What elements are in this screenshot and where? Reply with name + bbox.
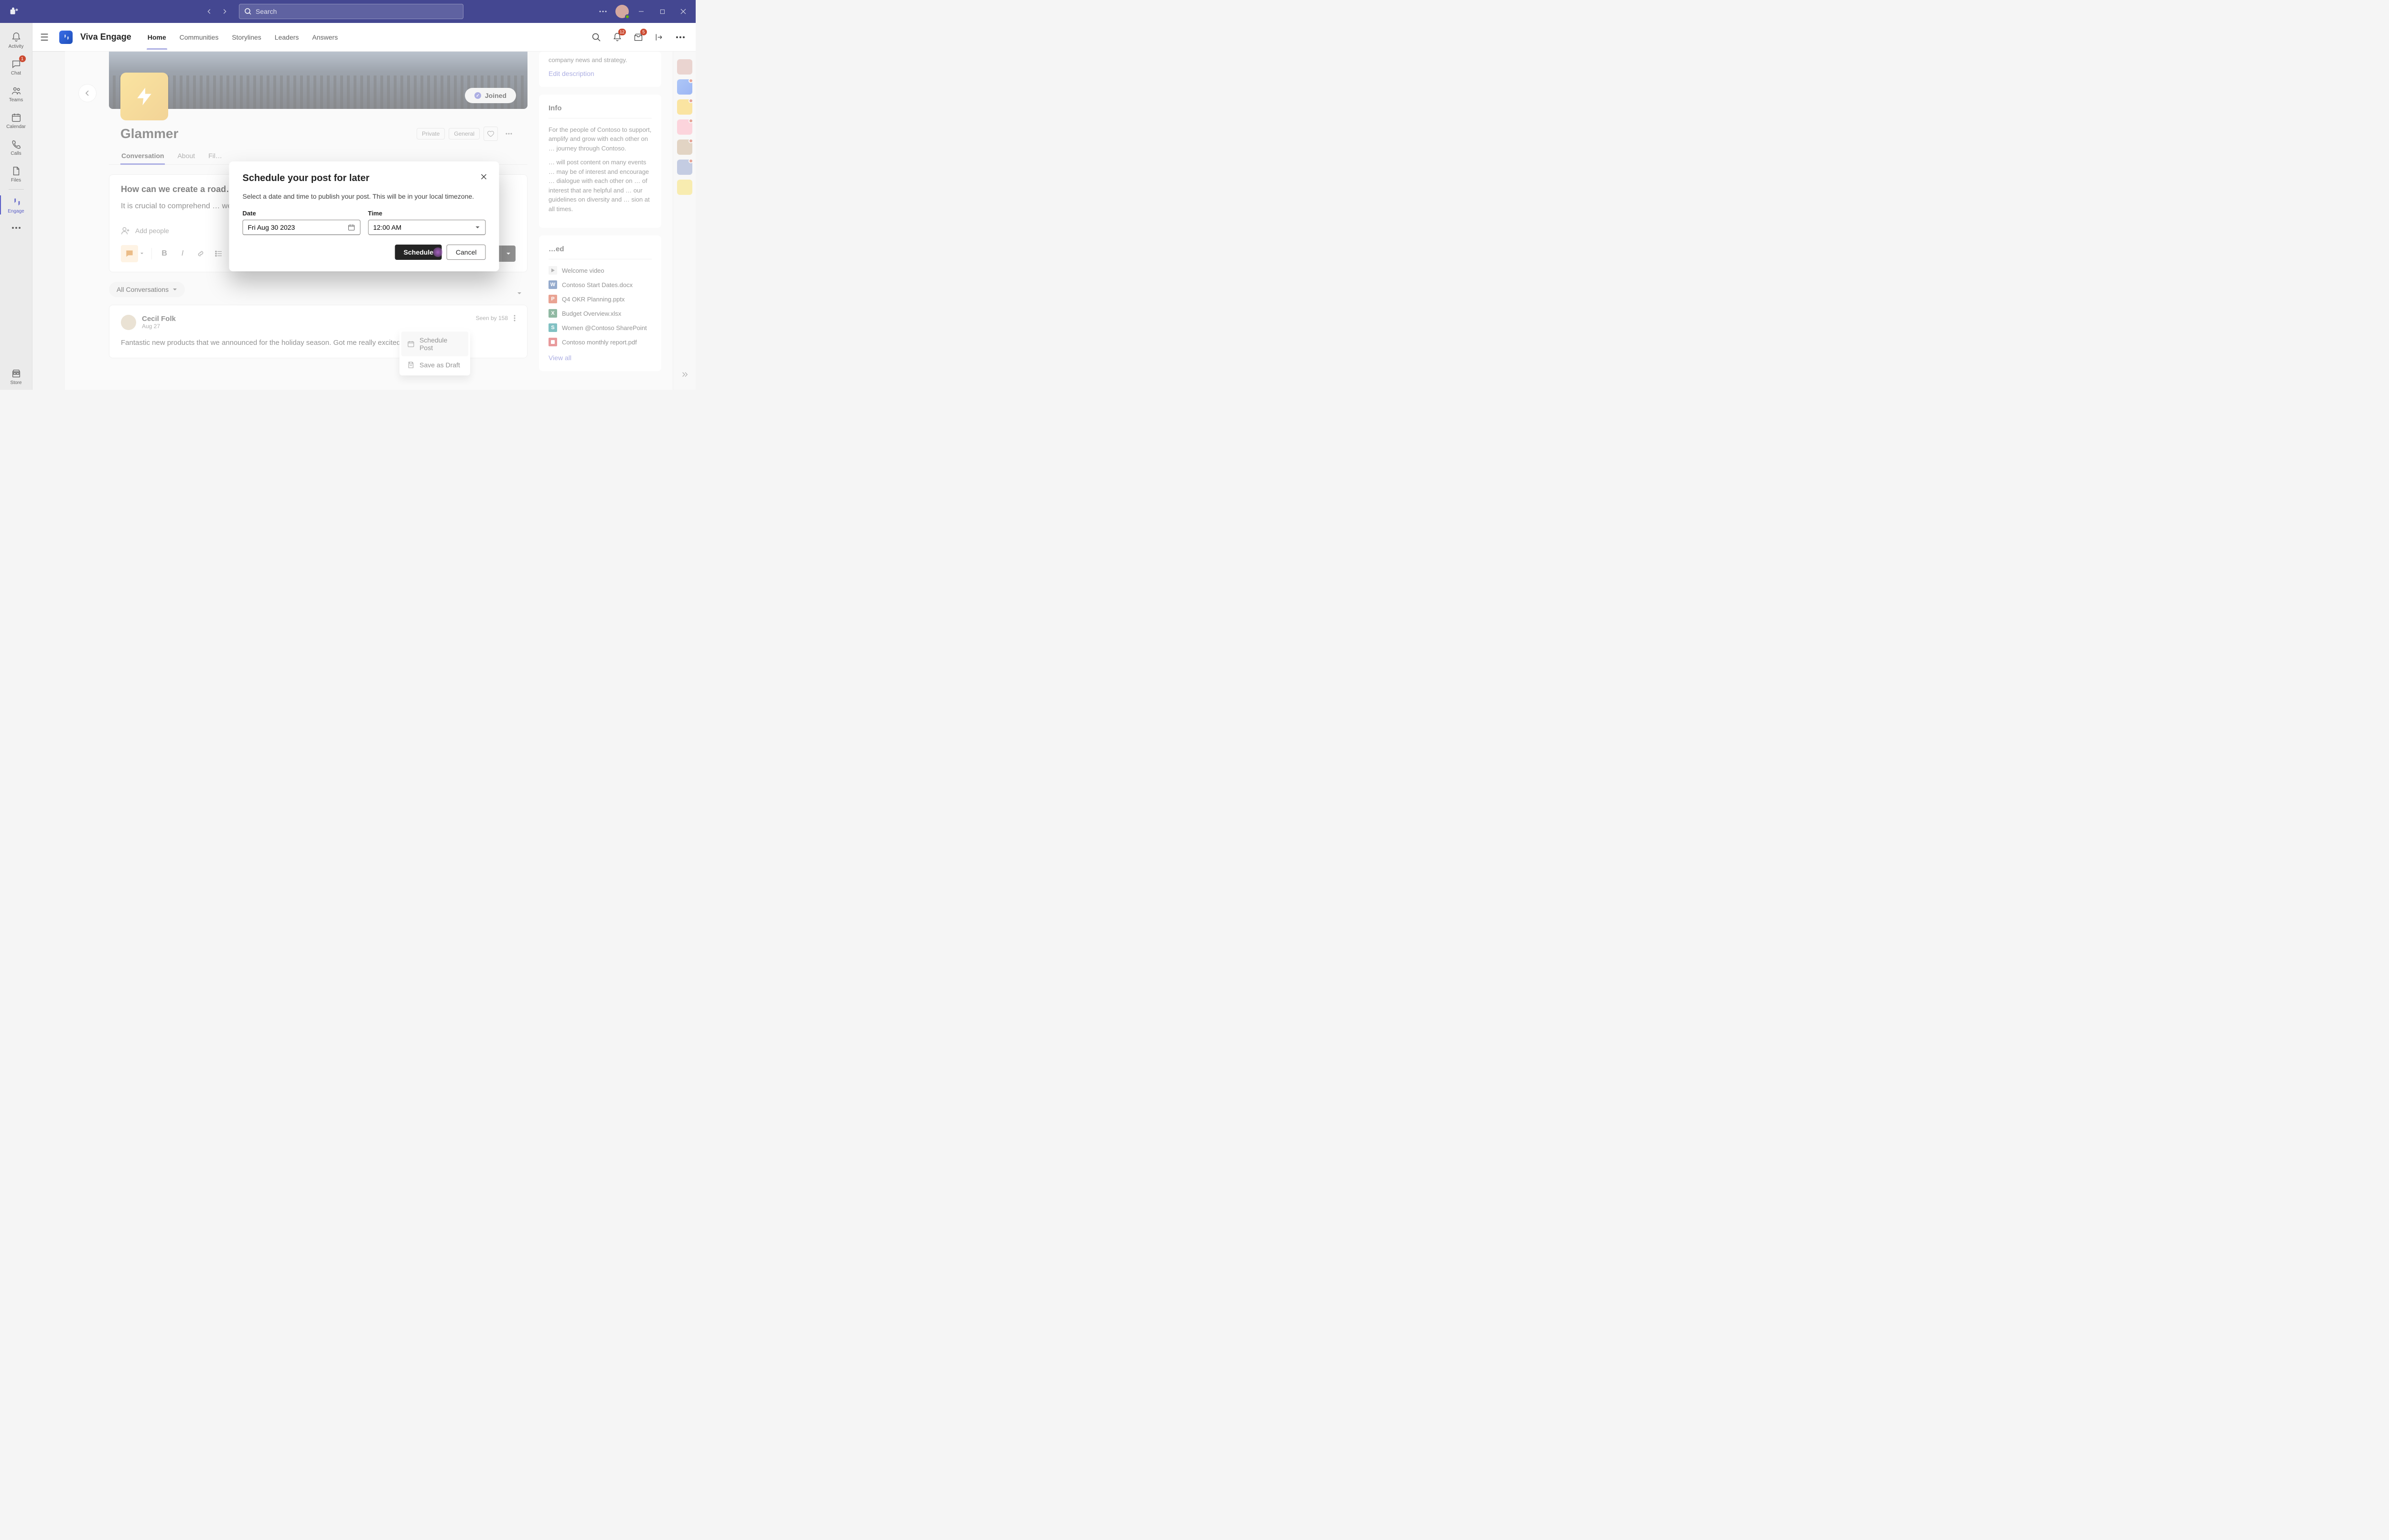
bell-icon bbox=[11, 32, 22, 43]
date-label: Date bbox=[243, 210, 361, 217]
search-box[interactable] bbox=[239, 4, 463, 19]
header-notifications-button[interactable]: 12 bbox=[610, 30, 625, 45]
time-value: 12:00 AM bbox=[373, 224, 401, 231]
schedule-button[interactable]: Schedule bbox=[395, 245, 442, 260]
titlebar bbox=[0, 0, 696, 23]
nav-back-button[interactable] bbox=[203, 5, 216, 18]
rail-label: Calls bbox=[11, 151, 21, 156]
app-title: Viva Engage bbox=[80, 32, 131, 42]
modal-title: Schedule your post for later bbox=[243, 173, 486, 184]
search-icon bbox=[244, 8, 252, 15]
rail-label: Activity bbox=[9, 44, 24, 49]
window-maximize-button[interactable] bbox=[654, 5, 671, 18]
schedule-button-label: Schedule bbox=[404, 248, 433, 256]
engage-logo-icon bbox=[59, 31, 73, 44]
chat-icon bbox=[11, 58, 22, 70]
search-input[interactable] bbox=[256, 8, 458, 15]
rail-engage[interactable]: Engage bbox=[0, 192, 32, 218]
rail-label: Chat bbox=[11, 71, 21, 76]
header-share-button[interactable] bbox=[652, 30, 667, 45]
rail-calendar[interactable]: Calendar bbox=[0, 107, 32, 134]
rail-divider bbox=[9, 189, 24, 190]
cancel-button[interactable]: Cancel bbox=[447, 245, 486, 260]
header-search-button[interactable] bbox=[589, 30, 604, 45]
close-icon bbox=[481, 173, 487, 180]
more-options-button[interactable] bbox=[594, 5, 612, 18]
rail-chat[interactable]: 1 Chat bbox=[0, 53, 32, 80]
app-rail: Activity 1 Chat Teams Calendar Calls bbox=[0, 23, 32, 390]
notif-badge: 12 bbox=[618, 29, 626, 35]
rail-teams[interactable]: Teams bbox=[0, 80, 32, 107]
date-input[interactable]: Fri Aug 30 2023 bbox=[243, 220, 361, 235]
rail-activity[interactable]: Activity bbox=[0, 27, 32, 53]
rail-calls[interactable]: Calls bbox=[0, 134, 32, 160]
modal-close-button[interactable] bbox=[478, 171, 490, 182]
header-inbox-button[interactable]: 5 bbox=[631, 30, 646, 45]
rail-files[interactable]: Files bbox=[0, 160, 32, 187]
engage-icon bbox=[11, 196, 22, 208]
files-icon bbox=[11, 165, 22, 177]
calendar-icon bbox=[11, 112, 22, 123]
more-icon bbox=[11, 222, 22, 234]
rail-more[interactable] bbox=[0, 218, 32, 237]
window-minimize-button[interactable] bbox=[633, 5, 650, 18]
rail-label: Calendar bbox=[6, 124, 26, 129]
chevron-down-icon bbox=[475, 225, 481, 230]
nav-forward-button[interactable] bbox=[218, 5, 231, 18]
store-icon bbox=[11, 368, 22, 379]
modal-subtitle: Select a date and time to publish your p… bbox=[243, 192, 486, 200]
inbox-badge: 5 bbox=[640, 29, 647, 35]
date-value: Fri Aug 30 2023 bbox=[248, 224, 295, 231]
phone-icon bbox=[11, 139, 22, 150]
header-more-button[interactable] bbox=[673, 30, 688, 45]
user-avatar[interactable] bbox=[615, 5, 629, 18]
time-input[interactable]: 12:00 AM bbox=[368, 220, 486, 235]
rail-label: Store bbox=[11, 380, 22, 385]
rail-label: Files bbox=[11, 178, 21, 183]
schedule-post-modal: Schedule your post for later Select a da… bbox=[229, 161, 499, 271]
rail-label: Teams bbox=[9, 97, 23, 103]
teams-icon bbox=[11, 85, 22, 96]
calendar-icon bbox=[347, 224, 355, 231]
rail-store[interactable]: Store bbox=[0, 363, 32, 390]
time-label: Time bbox=[368, 210, 486, 217]
window-close-button[interactable] bbox=[675, 5, 692, 18]
rail-label: Engage bbox=[8, 209, 24, 214]
presence-indicator-icon bbox=[625, 14, 630, 19]
hamburger-button[interactable]: ☰ bbox=[40, 32, 52, 43]
cursor-indicator-icon bbox=[433, 247, 443, 257]
teams-logo-icon bbox=[8, 5, 21, 18]
